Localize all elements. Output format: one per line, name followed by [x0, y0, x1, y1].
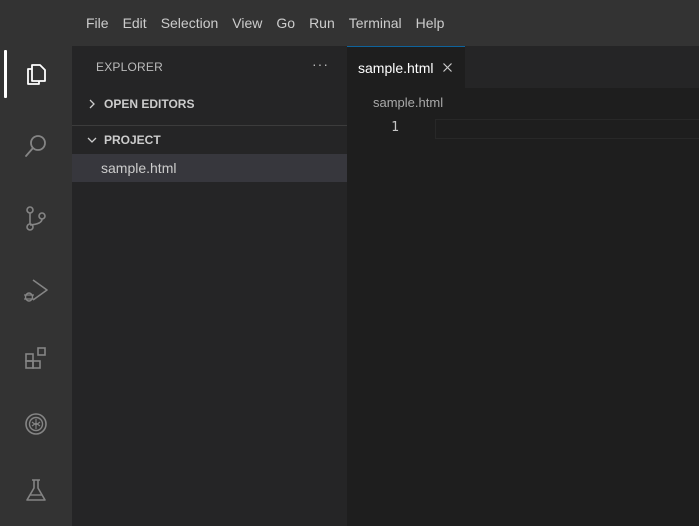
activity-remote[interactable] — [0, 396, 72, 452]
menu-selection[interactable]: Selection — [161, 15, 219, 31]
activity-search[interactable] — [0, 118, 72, 174]
breadcrumb[interactable]: sample.html — [373, 95, 443, 110]
menu-bar: File Edit Selection View Go Run Terminal… — [0, 0, 699, 46]
line-number: 1 — [391, 120, 399, 135]
extensions-icon — [25, 347, 46, 369]
menu-go[interactable]: Go — [276, 15, 295, 31]
run-debug-icon — [24, 279, 48, 302]
open-editors-label: OPEN EDITORS — [104, 97, 195, 111]
testing-icon — [26, 479, 46, 501]
menu-terminal[interactable]: Terminal — [349, 15, 402, 31]
menu-run[interactable]: Run — [309, 15, 335, 31]
remote-icon — [25, 413, 47, 435]
chevron-down-icon — [82, 134, 102, 146]
explorer-header: EXPLORER ··· — [72, 46, 347, 90]
menu-items: File Edit Selection View Go Run Terminal… — [86, 0, 458, 46]
menu-file[interactable]: File — [86, 15, 109, 31]
source-control-icon — [26, 206, 46, 231]
activity-testing[interactable] — [0, 462, 72, 518]
activity-bar — [0, 46, 72, 526]
more-actions-button[interactable]: ··· — [312, 56, 329, 72]
chevron-right-icon — [82, 98, 102, 110]
code-editor-line[interactable] — [435, 119, 699, 139]
section-project[interactable]: PROJECT — [72, 125, 347, 154]
section-open-editors[interactable]: OPEN EDITORS — [72, 90, 347, 118]
explorer-icon — [27, 64, 46, 85]
menu-help[interactable]: Help — [416, 15, 445, 31]
search-icon — [25, 135, 46, 157]
close-icon[interactable] — [440, 61, 454, 75]
tab-label: sample.html — [358, 59, 434, 76]
menu-view[interactable]: View — [232, 15, 262, 31]
activity-extensions[interactable] — [0, 330, 72, 386]
tab-sample-html[interactable]: sample.html — [347, 46, 465, 88]
project-label: PROJECT — [104, 133, 161, 147]
activity-explorer[interactable] — [0, 46, 72, 102]
menu-edit[interactable]: Edit — [123, 15, 147, 31]
file-name: sample.html — [101, 160, 177, 176]
explorer-title: EXPLORER — [96, 60, 163, 74]
activity-source-control[interactable] — [0, 190, 72, 246]
editor-area: sample.html sample.html 1 — [347, 46, 699, 526]
file-item-sample-html[interactable]: sample.html — [72, 154, 347, 182]
activity-run-debug[interactable] — [0, 262, 72, 318]
explorer-sidebar: EXPLORER ··· OPEN EDITORS PROJECT sample… — [72, 46, 347, 526]
tab-bar: sample.html — [347, 46, 699, 88]
